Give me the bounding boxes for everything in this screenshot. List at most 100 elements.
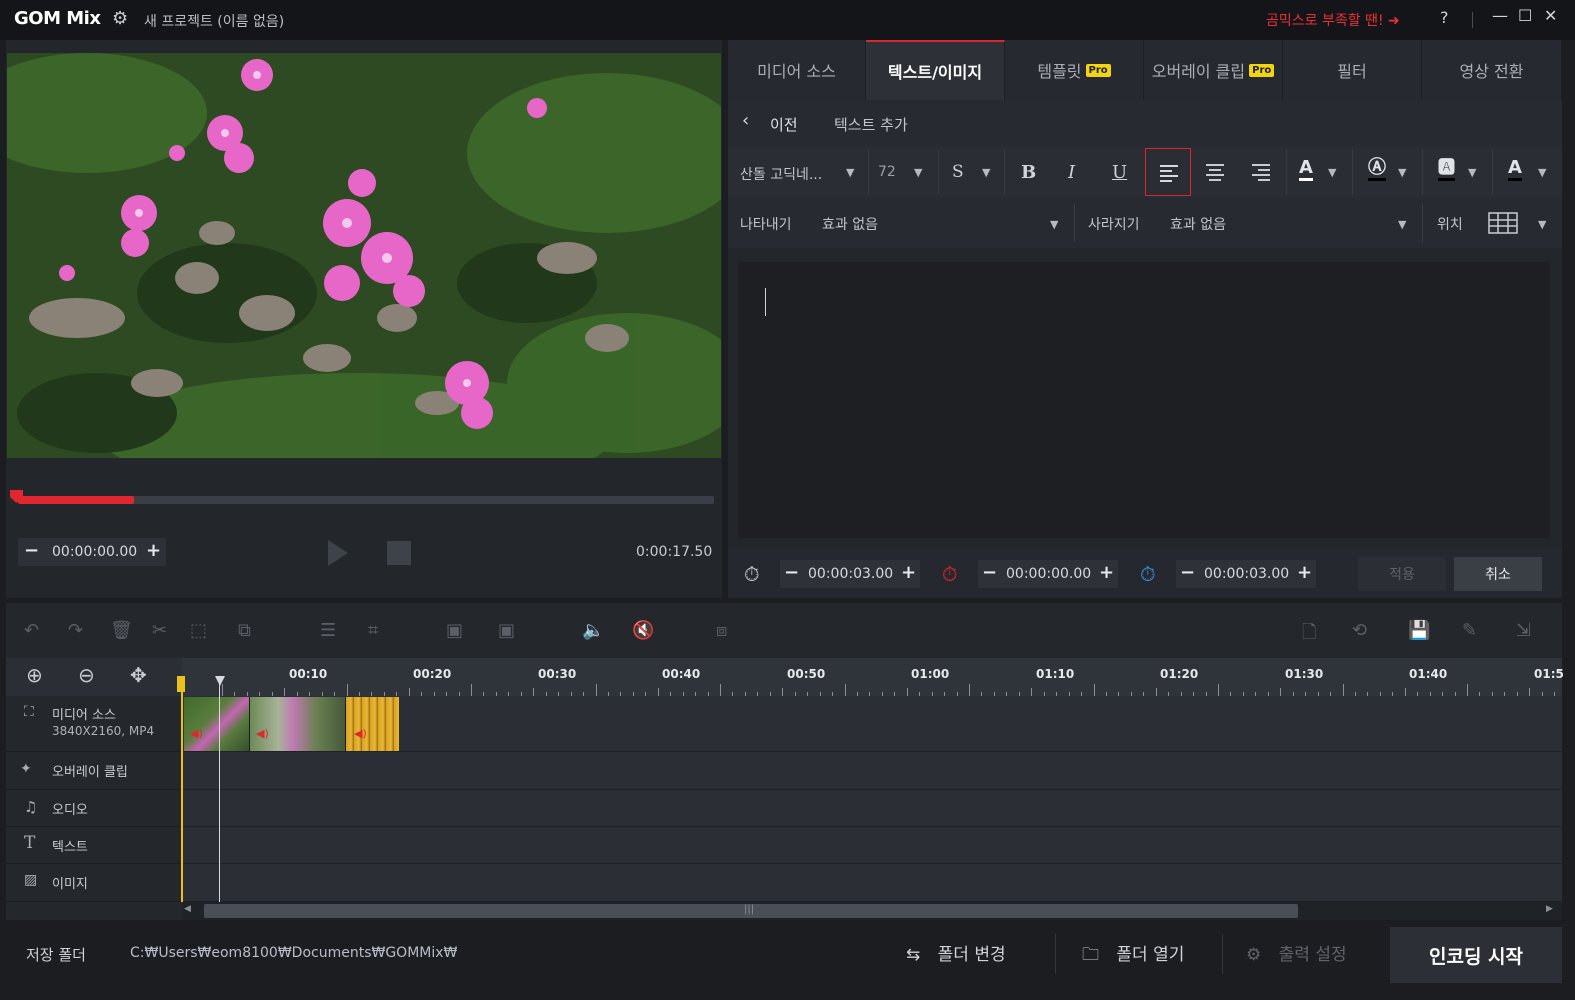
redo-icon[interactable]: ↷ bbox=[68, 620, 83, 641]
open-folder-button[interactable]: 🗀 폴더 열기 bbox=[1082, 940, 1184, 971]
end-decrement-button[interactable]: − bbox=[1180, 562, 1195, 583]
open-project-icon[interactable]: ⟲ bbox=[1352, 620, 1367, 641]
position-grid-icon[interactable] bbox=[1488, 212, 1518, 238]
cut-icon[interactable]: ✂ bbox=[152, 620, 167, 641]
appear-select[interactable]: 효과 없음 bbox=[822, 214, 878, 234]
duration-value[interactable]: 00:00:03.00 bbox=[808, 566, 893, 582]
fit-timeline-icon[interactable]: ✥ bbox=[130, 663, 147, 687]
tab-template[interactable]: 템플릿 Pro bbox=[1005, 40, 1144, 100]
align-center-icon bbox=[1206, 164, 1224, 181]
align-right-button[interactable] bbox=[1238, 148, 1284, 196]
chevron-down-icon[interactable]: ▼ bbox=[1050, 218, 1058, 231]
disappear-select[interactable]: 효과 없음 bbox=[1170, 214, 1226, 234]
delete-icon[interactable]: 🗑 bbox=[110, 620, 133, 641]
adjust-icon[interactable]: ☰ bbox=[320, 620, 336, 641]
ruler-tick bbox=[1093, 684, 1095, 696]
audio-track[interactable] bbox=[182, 790, 1562, 827]
zoom-out-icon[interactable]: ⊖ bbox=[78, 663, 95, 687]
chevron-down-icon[interactable]: ▼ bbox=[1328, 166, 1336, 179]
screen-icon[interactable]: ⧈ bbox=[716, 620, 727, 641]
image-insert-icon[interactable]: ▣ bbox=[446, 620, 463, 641]
minimize-button[interactable]: — bbox=[1492, 6, 1508, 25]
stop-icon[interactable] bbox=[387, 541, 411, 565]
gear-icon[interactable]: ⚙ bbox=[112, 8, 128, 29]
time-decrement-button[interactable]: − bbox=[24, 540, 39, 561]
maximize-button[interactable]: ☐ bbox=[1518, 6, 1532, 25]
media-clip[interactable]: ◀) bbox=[346, 697, 399, 751]
output-settings-button[interactable]: ⚙ 출력 설정 bbox=[1246, 940, 1347, 965]
save-icon[interactable]: 💾 bbox=[1408, 620, 1430, 641]
total-duration: 0:00:17.50 bbox=[636, 544, 713, 560]
tab-text-image[interactable]: 텍스트/이미지 bbox=[866, 40, 1005, 100]
overlay-track[interactable] bbox=[182, 752, 1562, 790]
chevron-down-icon[interactable]: ▼ bbox=[914, 166, 922, 179]
strikethrough-button[interactable]: S bbox=[952, 162, 964, 182]
end-time-value[interactable]: 00:00:03.00 bbox=[1204, 566, 1289, 582]
ruler-tick bbox=[1280, 688, 1282, 696]
background-color-icon[interactable]: 🅰 bbox=[1438, 158, 1455, 181]
volume-icon[interactable]: 🔈 bbox=[582, 620, 604, 641]
chevron-left-icon[interactable]: ‹ bbox=[742, 110, 749, 131]
timeline-start-handle[interactable] bbox=[177, 676, 185, 692]
font-size-select[interactable]: 72 bbox=[878, 164, 896, 180]
chevron-down-icon[interactable]: ▼ bbox=[1468, 166, 1476, 179]
text-color-icon[interactable]: A bbox=[1299, 158, 1313, 181]
scroll-left-icon[interactable]: ◀ bbox=[184, 904, 191, 914]
export-icon[interactable]: ⇲ bbox=[1516, 620, 1531, 641]
start-time-value[interactable]: 00:00:00.00 bbox=[1006, 566, 1091, 582]
shadow-color-icon[interactable]: A bbox=[1508, 158, 1522, 181]
select-icon[interactable]: ⬚ bbox=[190, 620, 207, 641]
outline-color-icon[interactable]: Ⓐ bbox=[1368, 158, 1386, 181]
chevron-down-icon[interactable]: ▼ bbox=[1538, 218, 1546, 231]
close-button[interactable]: ✕ bbox=[1544, 6, 1557, 25]
image-track[interactable] bbox=[182, 864, 1562, 902]
end-increment-button[interactable]: + bbox=[1297, 562, 1312, 583]
new-project-icon[interactable]: 🗋 bbox=[1302, 620, 1316, 650]
scroll-right-icon[interactable]: ▶ bbox=[1546, 904, 1553, 914]
tab-transition[interactable]: 영상 전환 bbox=[1422, 40, 1562, 100]
chevron-down-icon[interactable]: ▼ bbox=[1538, 166, 1546, 179]
start-increment-button[interactable]: + bbox=[1099, 562, 1114, 583]
time-increment-button[interactable]: + bbox=[146, 540, 161, 561]
align-left-button[interactable] bbox=[1145, 148, 1191, 196]
play-icon[interactable] bbox=[328, 540, 348, 566]
undo-icon[interactable]: ↶ bbox=[24, 620, 39, 641]
mute-icon[interactable]: 🔇 bbox=[632, 620, 654, 641]
apply-button[interactable]: 적용 bbox=[1358, 557, 1446, 591]
bold-button[interactable]: B bbox=[1021, 162, 1036, 183]
text-input-area[interactable] bbox=[738, 262, 1550, 538]
image-replace-icon[interactable]: ▣ bbox=[498, 620, 515, 641]
preview-frame bbox=[7, 53, 721, 458]
duration-decrement-button[interactable]: − bbox=[784, 562, 799, 583]
crop-icon[interactable]: ⌗ bbox=[368, 620, 378, 641]
split-icon[interactable]: ⧉ bbox=[238, 620, 251, 641]
tab-overlay-clip[interactable]: 오버레이 클립 Pro bbox=[1144, 40, 1283, 100]
italic-button[interactable]: I bbox=[1068, 162, 1075, 183]
tab-media-source[interactable]: 미디어 소스 bbox=[728, 40, 866, 100]
playhead-handle[interactable] bbox=[215, 676, 225, 686]
back-button[interactable]: 이전 bbox=[770, 114, 798, 135]
chevron-down-icon[interactable]: ▼ bbox=[1398, 166, 1406, 179]
text-track[interactable] bbox=[182, 827, 1562, 864]
folder-icon: 🗀 bbox=[1082, 945, 1099, 965]
current-time-value[interactable]: 00:00:00.00 bbox=[52, 544, 137, 560]
help-button[interactable]: ? bbox=[1440, 8, 1449, 27]
start-decrement-button[interactable]: − bbox=[982, 562, 997, 583]
underline-button[interactable]: U bbox=[1112, 162, 1127, 183]
chevron-down-icon[interactable]: ▼ bbox=[982, 166, 990, 179]
chevron-down-icon[interactable]: ▼ bbox=[846, 166, 854, 179]
chevron-down-icon[interactable]: ▼ bbox=[1398, 218, 1406, 231]
save-as-icon[interactable]: ✎ bbox=[1462, 620, 1477, 641]
start-encoding-button[interactable]: 인코딩 시작 bbox=[1390, 927, 1562, 983]
media-clip[interactable]: ◀) bbox=[184, 697, 250, 751]
font-select[interactable]: 산돌 고딕네... bbox=[740, 164, 822, 184]
duration-increment-button[interactable]: + bbox=[901, 562, 916, 583]
media-clip[interactable]: ◀) bbox=[250, 697, 346, 751]
zoom-in-icon[interactable]: ⊕ bbox=[26, 663, 43, 687]
video-preview[interactable] bbox=[7, 53, 721, 458]
promo-link[interactable]: 곰믹스로 부족할 땐! ➜ bbox=[1266, 10, 1400, 30]
change-folder-button[interactable]: ⇆ 폴더 변경 bbox=[906, 940, 1006, 965]
align-center-button[interactable] bbox=[1192, 148, 1238, 196]
tab-filter[interactable]: 필터 bbox=[1283, 40, 1422, 100]
cancel-button[interactable]: 취소 bbox=[1454, 557, 1542, 591]
